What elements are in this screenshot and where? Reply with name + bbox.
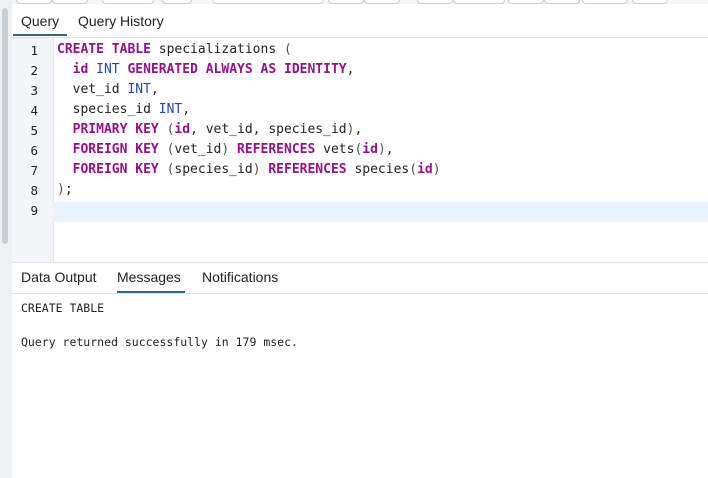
code-token: ) [252, 162, 261, 177]
code-token: PRIMARY KEY [72, 122, 159, 137]
code-token: species_id [57, 102, 159, 117]
code-line: vet_id INT, [57, 82, 159, 97]
code-token: id [72, 62, 89, 77]
code-token: , [182, 102, 191, 117]
tab-query-history[interactable]: Query History [70, 4, 172, 36]
code-line: PRIMARY KEY (id, vet_id, species_id), [57, 122, 363, 137]
sql-editor[interactable]: 1 2 3 4 5 6 7 8 9 CREATE TABLE specializations (… [12, 38, 708, 263]
line-number: 8 [30, 183, 38, 198]
code-token: , [346, 62, 355, 77]
code-token: ( [283, 42, 292, 57]
code-token: id [417, 162, 433, 177]
line-number: 7 [30, 163, 38, 178]
code-token: , [385, 142, 394, 157]
code-line: FOREIGN KEY (vet_id) REFERENCES vets(id)… [57, 142, 394, 157]
code-token: , [150, 82, 159, 97]
code-token: REFERENCES [268, 162, 347, 177]
line-number: 3 [30, 83, 38, 98]
code-token: , [354, 122, 363, 137]
line-number: 1 [30, 43, 38, 58]
output-tab-bar: Data Output Messages Notifications [12, 263, 708, 294]
code-token: , vet_id, species_id [190, 122, 347, 137]
code-token: REFERENCES [237, 142, 316, 157]
message-result: Query returned successfully in 179 msec. [21, 335, 298, 349]
tab-data-output[interactable]: Data Output [21, 263, 97, 293]
code-token: vet_id [57, 82, 128, 97]
line-number: 5 [30, 123, 38, 138]
messages-panel: CREATE TABLE Query returned successfully… [12, 294, 708, 478]
editor-tab-bar: Query Query History [12, 4, 708, 38]
code-token: INT [96, 62, 120, 77]
code-token: id [174, 122, 191, 137]
code-token: species [346, 162, 410, 177]
code-line: id INT GENERATED ALWAYS AS IDENTITY, [57, 62, 355, 77]
code-token: ) [432, 162, 441, 177]
code-token: ( [409, 162, 418, 177]
code-token: ) [57, 182, 65, 197]
code-line: ); [57, 182, 73, 197]
code-token: GENERATED ALWAYS AS IDENTITY [127, 62, 347, 77]
code-token: vets [315, 142, 355, 157]
code-token: CREATE TABLE [57, 42, 151, 57]
line-number: 4 [30, 103, 38, 118]
tab-query[interactable]: Query [13, 4, 68, 36]
code-token: specializations [150, 42, 284, 57]
active-line-highlight [53, 202, 708, 222]
code-token: ) [377, 142, 386, 157]
left-scrollbar-thumb[interactable] [2, 8, 8, 244]
line-number: 6 [30, 143, 38, 158]
line-number: 2 [30, 63, 38, 78]
code-token: INT [158, 102, 183, 117]
line-number: 9 [30, 203, 38, 218]
code-token: id [362, 142, 378, 157]
code-token: FOREIGN KEY [72, 162, 159, 177]
message-command: CREATE TABLE [21, 301, 105, 315]
code-token: INT [127, 82, 151, 97]
code-line: species_id INT, [57, 102, 190, 117]
code-token: ; [64, 182, 73, 197]
code-token: vet_id [174, 142, 222, 157]
tab-messages[interactable]: Messages [117, 263, 185, 293]
code-token: species_id [174, 162, 253, 177]
code-token: FOREIGN KEY [72, 142, 159, 157]
code-line: CREATE TABLE specializations ( [57, 42, 292, 57]
tab-notifications[interactable]: Notifications [202, 263, 278, 293]
code-line: FOREIGN KEY ( species_id) REFERENCES spec… [57, 162, 441, 177]
